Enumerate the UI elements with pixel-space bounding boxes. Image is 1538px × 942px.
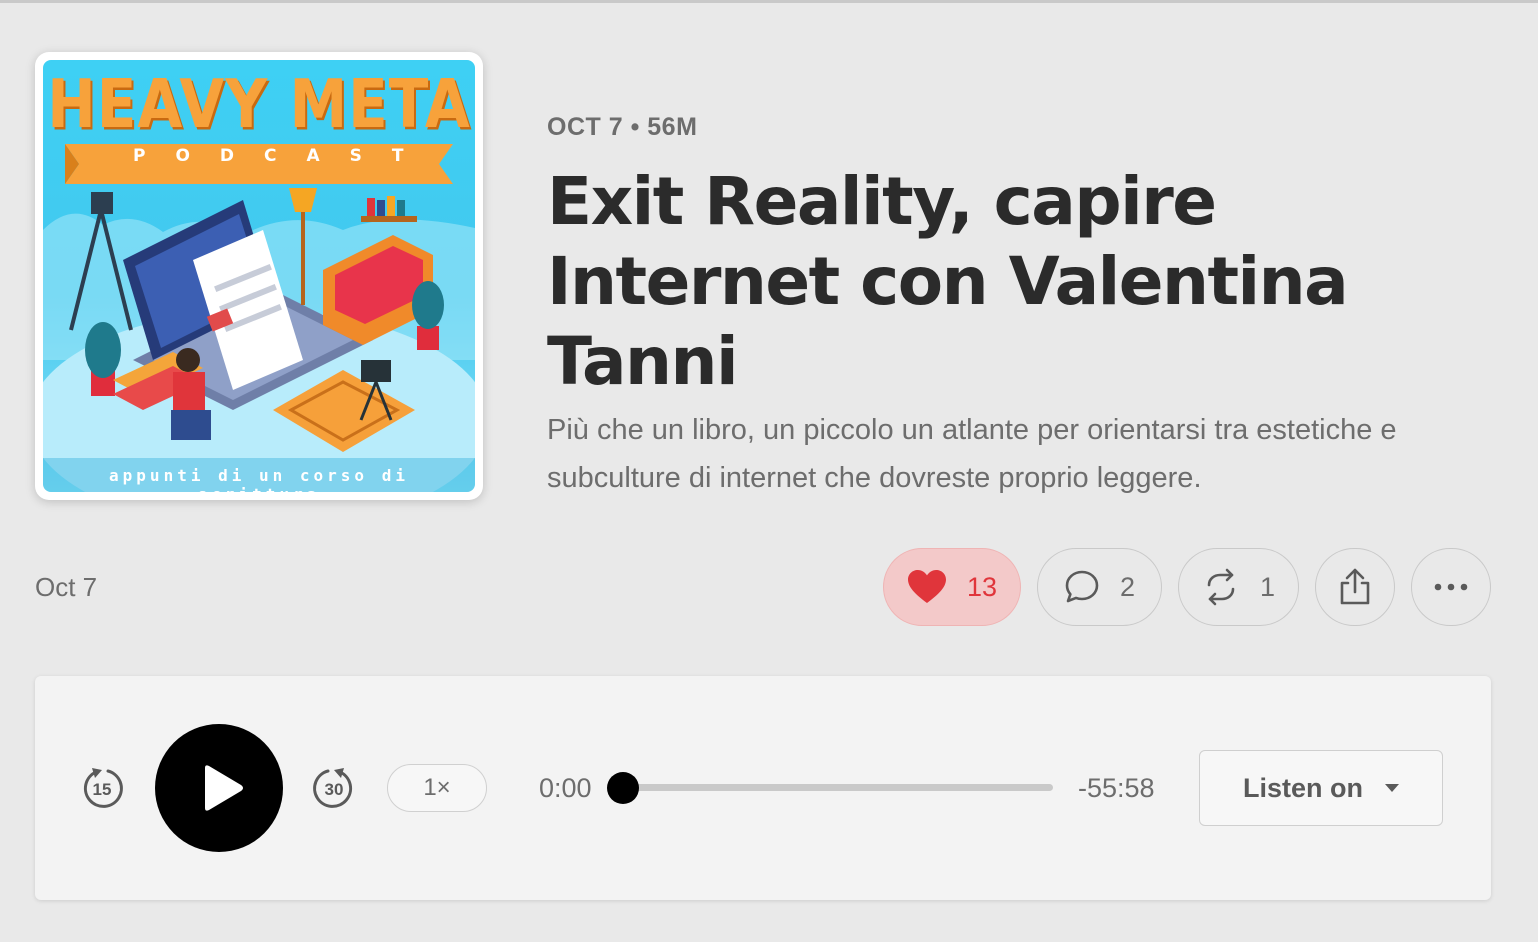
listen-on-label: Listen on [1243, 772, 1363, 803]
remaining-time: -55:58 [1078, 773, 1155, 803]
skip-back-label: 15 [93, 780, 112, 799]
cover-title: HEAVY META [47, 64, 471, 144]
episode-subtitle: Più che un libro, un piccolo un atlante … [547, 414, 1397, 494]
skip-back-button[interactable]: 15 [80, 766, 124, 810]
cover-banner-text: PODCAST [133, 146, 434, 166]
fast-forward-icon: 30 [313, 768, 353, 808]
comment-icon [1065, 570, 1099, 603]
rewind-icon: 15 [83, 768, 123, 808]
listen-on-dropdown[interactable]: Listen on [1199, 750, 1443, 826]
like-button[interactable]: 13 [883, 548, 1021, 626]
playback-speed-button[interactable]: 1× [387, 764, 487, 812]
episode-meta: OCT 7 • 56M [547, 113, 698, 141]
more-options-button[interactable] [1411, 548, 1491, 626]
restack-button[interactable]: 1 [1178, 548, 1299, 626]
post-date: Oct 7 [35, 572, 98, 602]
play-button[interactable] [155, 724, 283, 852]
play-icon [205, 765, 243, 811]
skip-forward-label: 30 [325, 780, 344, 799]
current-time: 0:00 [539, 773, 592, 803]
comment-button[interactable]: 2 [1037, 548, 1162, 626]
caret-down-icon [1385, 784, 1399, 792]
share-button[interactable] [1315, 548, 1395, 626]
cover-artwork: HEAVY META PODCAST appunti di un corso d… [43, 60, 475, 492]
restack-icon [1207, 568, 1235, 606]
ellipsis-icon [1434, 583, 1468, 591]
podcast-cover[interactable]: HEAVY META PODCAST appunti di un corso d… [35, 52, 483, 500]
comment-count: 2 [1119, 571, 1136, 602]
cover-footer-text: appunti di un corso di scrittura [109, 466, 409, 492]
heart-icon [907, 570, 946, 603]
episode-title: Exit Reality, capire Internet con Valent… [547, 163, 1349, 400]
restack-count: 1 [1259, 571, 1276, 602]
progress-scrubber[interactable] [607, 772, 639, 804]
skip-forward-button[interactable]: 30 [312, 766, 356, 810]
top-divider [0, 0, 1538, 3]
like-count: 13 [966, 571, 998, 602]
progress-track[interactable] [623, 784, 1053, 791]
share-icon [1340, 568, 1370, 605]
